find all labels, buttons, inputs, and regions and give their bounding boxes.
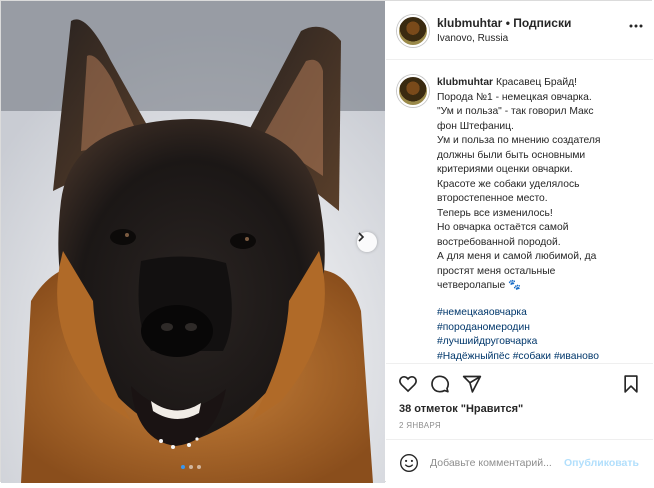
hashtag-link[interactable]: #Надёжныйпёс xyxy=(437,351,510,362)
post-caption: klubmuhtar Красавец Брайд! Порода №1 - н… xyxy=(386,61,653,361)
header-user-line: klubmuhtar • Подписки xyxy=(437,16,571,30)
hashtag-link[interactable]: #породаномеродин xyxy=(437,322,530,333)
hashtag-link[interactable]: #лучшийдруговчарка xyxy=(437,336,537,347)
location-link[interactable]: Ivanovo, Russia xyxy=(437,33,508,44)
german-shepherd-photo xyxy=(1,1,385,483)
caption-line: А для меня и самой любимой, да xyxy=(437,251,597,262)
caption-line: критериями оценки овчарки. xyxy=(437,164,573,175)
comment-form: Опубликовать xyxy=(386,439,653,484)
following-button[interactable]: Подписки xyxy=(513,16,571,30)
caption-line: Но овчарка остаётся самой xyxy=(437,222,569,233)
avatar[interactable] xyxy=(397,15,429,47)
hashtag-list: #немецкаяовчарка #породаномеродин #лучши… xyxy=(437,306,647,361)
post-actions: 38 отметок "Нравится" 2 ЯНВАРЯ Опубликов… xyxy=(386,363,653,483)
carousel-dot xyxy=(197,465,201,469)
next-slide-button[interactable] xyxy=(357,232,377,252)
comment-icon[interactable] xyxy=(430,374,450,394)
heart-icon[interactable] xyxy=(398,374,418,394)
post-date[interactable]: 2 ЯНВАРЯ xyxy=(399,421,441,430)
publish-button[interactable]: Опубликовать xyxy=(564,457,639,469)
caption-line: фон Штефаниц. xyxy=(437,120,514,132)
more-options-icon[interactable] xyxy=(629,23,643,29)
comment-input[interactable] xyxy=(430,453,560,473)
caption-line: "Ум и польза" - так говорил Макс xyxy=(437,106,594,117)
likes-count[interactable]: 38 отметок "Нравится" xyxy=(399,403,523,415)
caption-line: Порода №1 - немецкая овчарка. xyxy=(437,91,592,103)
caption-text: klubmuhtar Красавец Брайд! Порода №1 - н… xyxy=(437,76,642,294)
bookmark-icon[interactable] xyxy=(621,374,641,394)
avatar[interactable] xyxy=(397,75,429,107)
carousel-dot xyxy=(181,465,185,469)
hashtag-link[interactable]: #немецкаяовчарка xyxy=(437,307,527,318)
caption-line: Ум и польза по мнению создателя xyxy=(437,135,601,146)
caption-username[interactable]: klubmuhtar xyxy=(437,77,493,88)
post-dialog: klubmuhtar • Подписки Ivanovo, Russia kl… xyxy=(0,0,653,483)
hashtag-link[interactable]: #иваново xyxy=(554,351,599,362)
username-link[interactable]: klubmuhtar xyxy=(437,16,502,30)
post-photo[interactable] xyxy=(1,1,385,483)
caption-line: простят меня остальные xyxy=(437,265,556,277)
caption-line: должны были быть основными xyxy=(437,149,586,161)
caption-line: Красоте же собаки уделялось xyxy=(437,178,580,190)
smile-icon[interactable] xyxy=(399,453,419,473)
caption-line: второстепенное место. xyxy=(437,193,548,204)
caption-line: востребованной породой. xyxy=(437,236,561,248)
carousel-dot xyxy=(189,465,193,469)
post-header: klubmuhtar • Подписки Ivanovo, Russia xyxy=(386,1,653,60)
share-icon[interactable] xyxy=(462,374,482,394)
carousel-indicator xyxy=(181,465,201,469)
chevron-right-icon xyxy=(358,232,365,242)
caption-line: четверолапые 🐾 xyxy=(437,280,521,291)
separator-dot: • xyxy=(505,16,510,30)
post-side-panel: klubmuhtar • Подписки Ivanovo, Russia kl… xyxy=(386,1,653,483)
hashtag-link[interactable]: #собаки xyxy=(513,351,551,362)
caption-line: Теперь все изменилось! xyxy=(437,207,553,219)
caption-line: Красавец Брайд! xyxy=(495,77,577,88)
